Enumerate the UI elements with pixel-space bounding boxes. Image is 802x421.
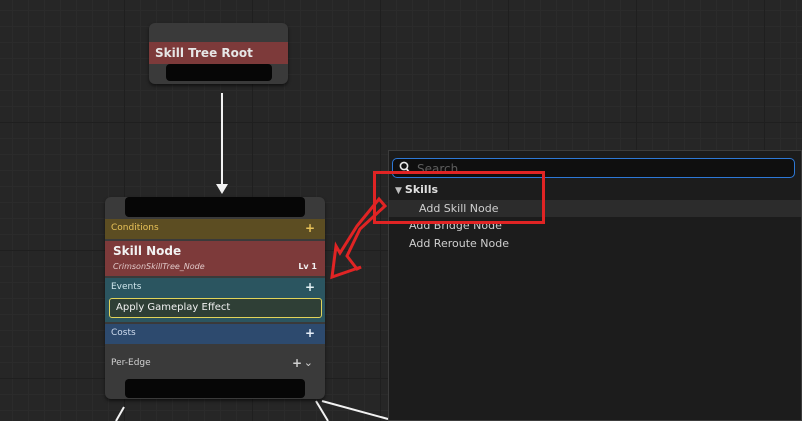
annotation-arrow: [330, 196, 388, 280]
